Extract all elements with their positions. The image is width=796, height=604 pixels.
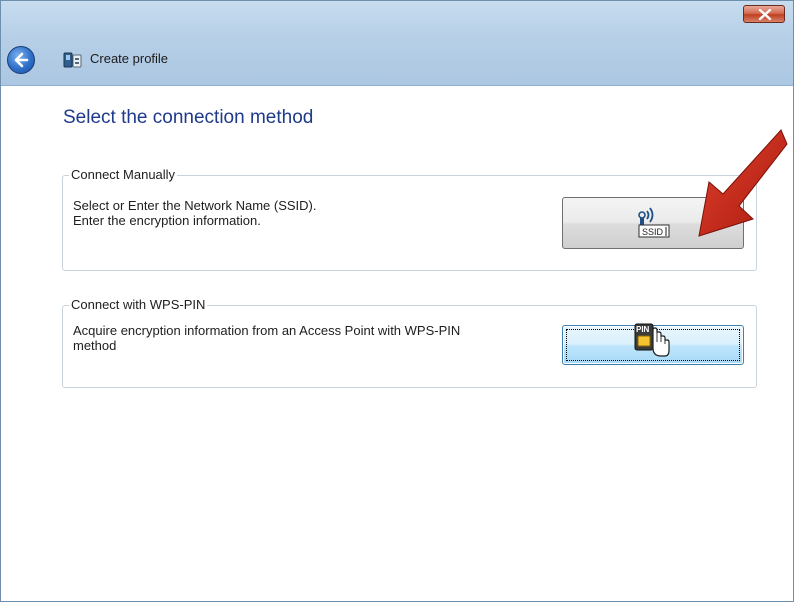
connect-manually-line-2: Enter the encryption information. bbox=[73, 213, 261, 228]
pin-icon-label: PIN bbox=[636, 325, 650, 334]
back-arrow-icon bbox=[14, 52, 29, 68]
connect-wps-pin-button[interactable]: PIN bbox=[562, 323, 744, 365]
connect-wps-pin-line-1: Acquire encryption information from an A… bbox=[73, 323, 461, 338]
connect-wps-pin-description: Acquire encryption information from an A… bbox=[73, 323, 553, 353]
ssid-wireless-icon: SSID bbox=[638, 207, 670, 238]
page-heading: Select the connection method bbox=[63, 107, 314, 128]
connect-manually-legend: Connect Manually bbox=[69, 167, 178, 182]
connect-manually-line-1: Select or Enter the Network Name (SSID). bbox=[73, 198, 317, 213]
close-button[interactable] bbox=[743, 5, 785, 23]
annotation-arrow-icon bbox=[698, 129, 788, 237]
close-icon bbox=[758, 9, 772, 20]
title-bar: Create profile bbox=[1, 1, 793, 86]
connect-manually-group: Connect Manually Select or Enter the Net… bbox=[62, 167, 757, 271]
connect-manually-description: Select or Enter the Network Name (SSID).… bbox=[73, 198, 553, 228]
ssid-icon-label: SSID bbox=[642, 227, 664, 237]
wireless-profile-icon bbox=[63, 52, 82, 68]
connect-wps-pin-legend: Connect with WPS-PIN bbox=[69, 297, 208, 312]
create-profile-window: Create profile Select the connection met… bbox=[0, 0, 794, 602]
wps-pin-hand-icon: PIN bbox=[634, 323, 670, 357]
connect-wps-pin-line-2: method bbox=[73, 338, 117, 353]
back-button[interactable] bbox=[7, 46, 35, 74]
window-title: Create profile bbox=[90, 51, 169, 66]
connect-wps-pin-group: Connect with WPS-PIN Acquire encryption … bbox=[62, 297, 757, 388]
